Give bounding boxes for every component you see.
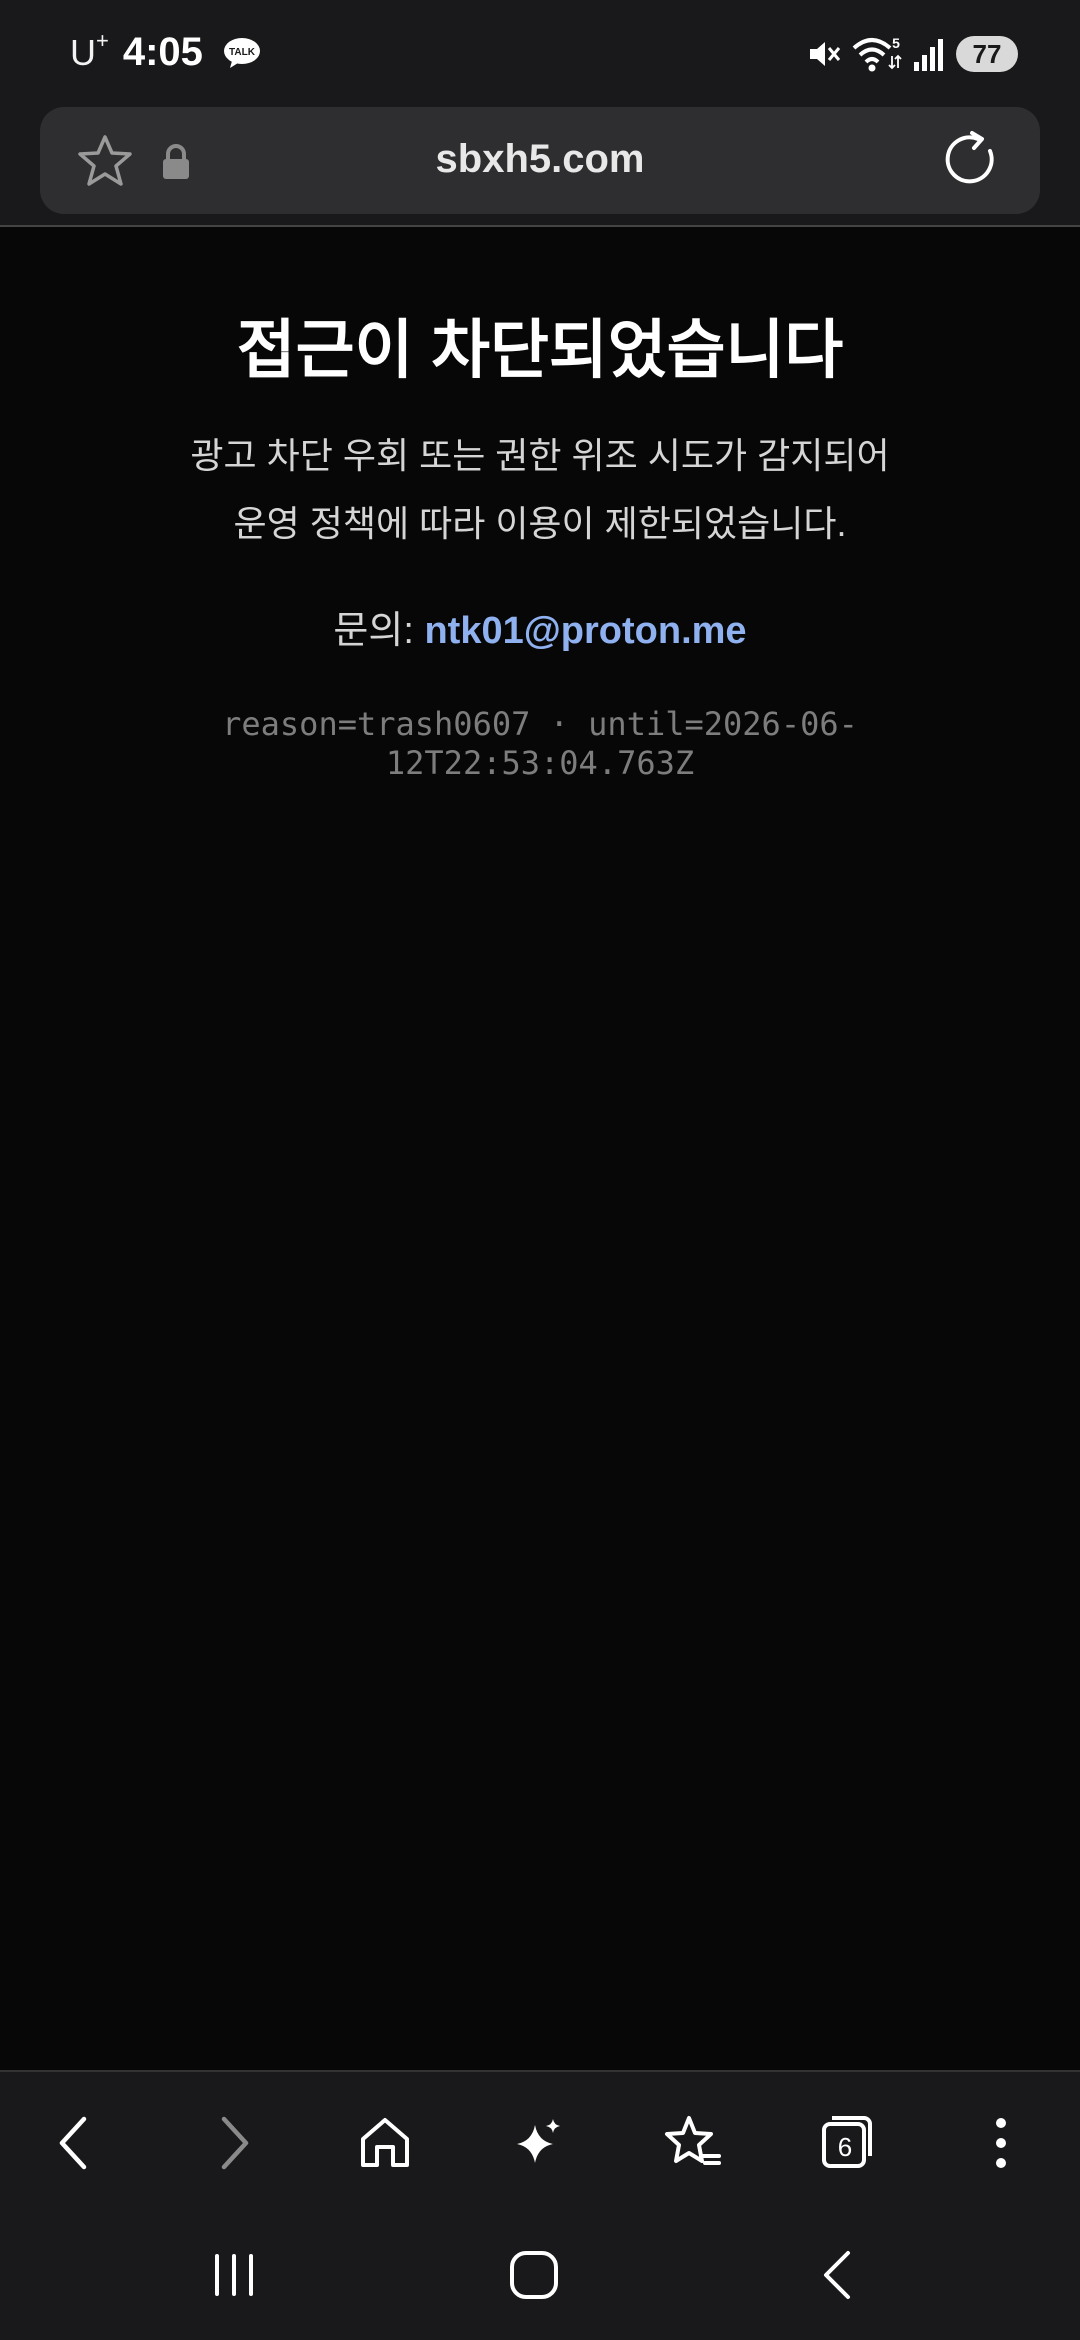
battery-indicator: 77 xyxy=(956,36,1018,72)
kakaotalk-icon: TALK xyxy=(223,37,260,68)
browser-url-area: sbxh5.com xyxy=(0,105,1080,227)
back-chevron-icon xyxy=(824,2251,850,2299)
recent-apps-icon xyxy=(215,2254,253,2296)
status-right: 5 77 xyxy=(806,34,1018,74)
bookmarks-button[interactable] xyxy=(658,2108,728,2178)
chevron-left-icon xyxy=(59,2116,87,2170)
home-square-icon xyxy=(510,2251,558,2299)
sparkles-icon xyxy=(517,2119,560,2163)
bookmarks-icon xyxy=(665,2116,721,2165)
reload-icon[interactable] xyxy=(942,129,1002,191)
message-line-1: 광고 차단 우회 또는 권한 위조 시도가 감지되어 xyxy=(190,435,890,476)
chevron-right-icon xyxy=(221,2116,249,2170)
tabs-button[interactable]: 6 xyxy=(812,2108,882,2178)
page-content: 접근이 차단되었습니다 광고 차단 우회 또는 권한 위조 시도가 감지되어 운… xyxy=(0,229,1080,2070)
reason-line-2: 12T22:53:04.763Z xyxy=(385,744,695,782)
mute-icon xyxy=(810,42,841,66)
carrier-label: U+ xyxy=(70,27,109,73)
status-bar: U+ 4:05 TALK 5 77 xyxy=(0,0,1080,105)
page-title: 접근이 차단되었습니다 xyxy=(236,314,844,386)
signal-icon xyxy=(914,39,943,71)
contact-label: 문의: xyxy=(333,610,425,652)
browser-toolbar: 6 xyxy=(0,2070,1080,2210)
forward-button[interactable] xyxy=(198,2108,268,2178)
home-icon xyxy=(361,2118,409,2167)
message-line-2: 운영 정책에 따라 이용이 제한되었습니다. xyxy=(233,503,847,544)
tab-count: 6 xyxy=(837,2131,853,2162)
wifi-badge: 5 xyxy=(892,35,900,51)
back-button[interactable] xyxy=(40,2108,110,2178)
contact-email-link[interactable]: ntk01@proton.me xyxy=(424,610,746,652)
more-vertical-icon xyxy=(996,2118,1006,2168)
address-bar[interactable]: sbxh5.com xyxy=(40,107,1040,214)
block-message: 광고 차단 우회 또는 권한 위조 시도가 감지되어 운영 정책에 따라 이용이… xyxy=(0,422,1080,558)
recent-apps-button[interactable] xyxy=(194,2240,274,2310)
status-left: U+ 4:05 TALK xyxy=(70,27,261,75)
url-text[interactable]: sbxh5.com xyxy=(40,137,1040,182)
home-button[interactable] xyxy=(350,2108,420,2178)
reason-line-1: reason=trash0607 · until=2026-06- xyxy=(222,705,858,743)
more-menu-button[interactable] xyxy=(966,2108,1036,2178)
status-time: 4:05 xyxy=(122,30,203,74)
contact-line: 문의: ntk01@proton.me xyxy=(0,599,1080,654)
home-nav-button[interactable] xyxy=(494,2240,574,2310)
back-nav-button[interactable] xyxy=(798,2240,878,2310)
ai-assistant-button[interactable] xyxy=(504,2108,574,2178)
system-nav-bar xyxy=(0,2210,1080,2340)
block-reason: reason=trash0607 · until=2026-06- 12T22:… xyxy=(190,705,890,783)
wifi-icon: 5 xyxy=(852,35,902,72)
talk-label: TALK xyxy=(229,47,256,58)
